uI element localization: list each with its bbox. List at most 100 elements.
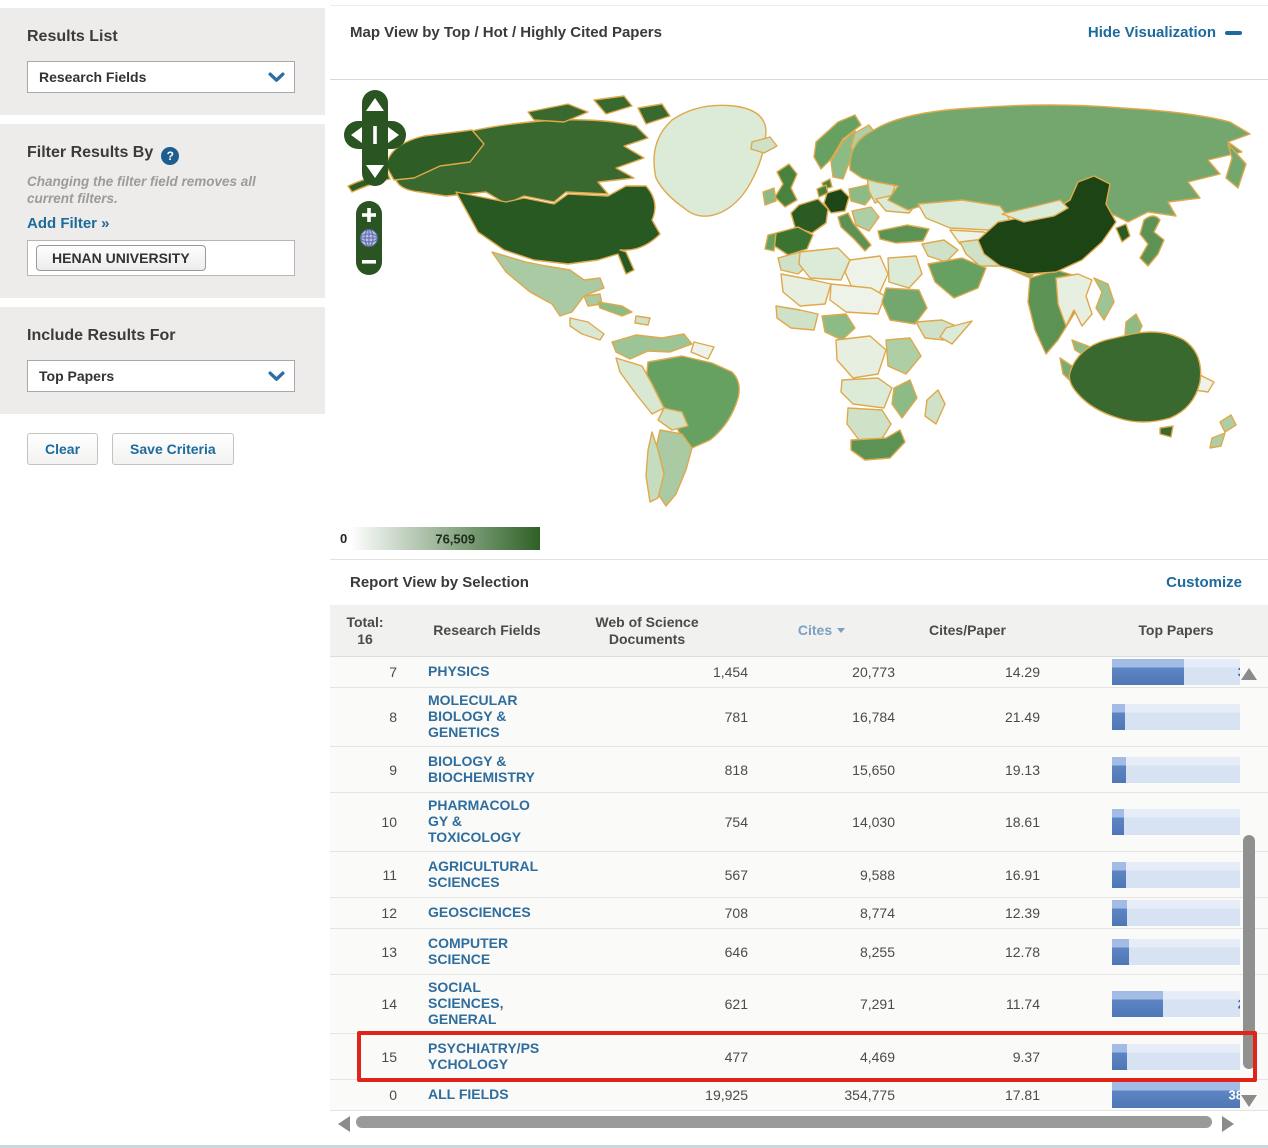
row-rank: 0 [389, 1087, 397, 1103]
horizontal-scrollbar-thumb[interactable] [356, 1116, 1212, 1128]
table-row: 11 AGRICULTURAL SCIENCES 567 9,588 16.91 [330, 852, 1268, 898]
top-papers-bar [1112, 809, 1240, 835]
cites-per-paper-value: 14.29 [1004, 664, 1040, 680]
cites-value: 354,775 [844, 1087, 895, 1103]
legend-gradient: 76,509 [350, 527, 541, 550]
report-view-title: Report View by Selection [350, 574, 529, 591]
cites-per-paper-value: 19.13 [1004, 761, 1040, 778]
cites-header[interactable]: Cites [748, 616, 895, 645]
top-papers-bar [1112, 861, 1240, 888]
add-filter-link[interactable]: Add Filter » [27, 215, 110, 232]
research-field-link[interactable]: SOCIAL SCIENCES, GENERAL [428, 979, 540, 1027]
documents-value: 19,925 [705, 1087, 748, 1103]
cites-value: 15,650 [852, 761, 895, 778]
documents-value: 781 [724, 709, 748, 725]
horizontal-scrollbar[interactable] [330, 1111, 1268, 1135]
documents-value: 818 [724, 761, 748, 778]
include-results-dropdown-value: Top Papers [39, 368, 115, 384]
map-area [330, 80, 1268, 510]
cites-per-paper-header[interactable]: Cites/Paper [895, 616, 1040, 645]
research-field-link[interactable]: ALL FIELDS [428, 1086, 509, 1102]
vertical-scrollbar-thumb[interactable] [1243, 835, 1255, 1069]
clear-button[interactable]: Clear [27, 433, 99, 465]
cites-per-paper-value: 12.39 [1004, 905, 1040, 921]
chevron-down-icon [258, 62, 294, 92]
map-legend: 0 76,509 [330, 510, 1268, 560]
scroll-down-arrow[interactable] [1241, 1095, 1257, 1107]
cites-per-paper-value: 17.81 [1004, 1087, 1040, 1103]
table-header-row: Total: 16 Research Fields Web of Science… [330, 605, 1268, 657]
documents-value: 708 [724, 905, 748, 921]
results-list-section: Results List Research Fields [0, 8, 325, 115]
row-rank: 10 [381, 814, 397, 830]
documents-value: 646 [724, 943, 748, 960]
documents-value: 754 [724, 814, 748, 830]
cites-per-paper-value: 11.74 [1006, 996, 1040, 1012]
cites-per-paper-value: 18.61 [1004, 814, 1040, 830]
research-field-link[interactable]: PHYSICS [428, 663, 489, 679]
include-results-section: Include Results For Top Papers [0, 307, 325, 414]
results-list-dropdown[interactable]: Research Fields [27, 61, 295, 93]
row-rank: 14 [381, 996, 397, 1012]
research-field-link[interactable]: BIOLOGY & BIOCHEMISTRY [428, 753, 540, 785]
cites-value: 8,255 [859, 943, 895, 960]
hide-visualization-label: Hide Visualization [1087, 24, 1216, 41]
scroll-up-arrow[interactable] [1241, 668, 1257, 680]
table-row: 9 BIOLOGY & BIOCHEMISTRY 818 15,650 19.1… [330, 747, 1268, 793]
filter-heading: Filter Results By? [27, 144, 301, 165]
total-label: Total: [346, 613, 384, 630]
cites-header-label: Cites [797, 622, 833, 638]
bar-value-label: 38 [1228, 1087, 1240, 1103]
table-row: 7 PHYSICS 1,454 20,773 14.29 3 [330, 657, 1268, 688]
top-papers-bar: 38 [1112, 1082, 1240, 1108]
filter-heading-text: Filter Results By [27, 144, 154, 161]
top-papers-header[interactable]: Top Papers [1112, 616, 1240, 645]
research-field-link[interactable]: GEOSCIENCES [428, 904, 531, 920]
row-rank: 13 [381, 943, 397, 960]
table-row: 0 ALL FIELDS 19,925 354,775 17.81 38 [330, 1080, 1268, 1111]
row-rank: 11 [382, 866, 397, 883]
table-row: 12 GEOSCIENCES 708 8,774 12.39 [330, 898, 1268, 929]
globe-reset-icon[interactable] [360, 229, 378, 247]
row-rank: 12 [381, 905, 397, 921]
sort-descending-icon [837, 628, 846, 633]
scroll-left-arrow[interactable] [338, 1116, 350, 1132]
documents-value: 621 [724, 996, 748, 1012]
research-field-link[interactable]: MOLECULAR BIOLOGY & GENETICS [428, 692, 540, 740]
world-map[interactable] [330, 80, 1268, 510]
legend-min-label: 0 [340, 531, 348, 546]
row-rank: 7 [389, 664, 397, 680]
research-fields-header: Research Fields [433, 622, 541, 638]
cites-per-paper-value: 16.91 [1004, 866, 1040, 883]
map-view-title: Map View by Top / Hot / Highly Cited Pap… [350, 24, 662, 41]
sidebar-buttons: Clear Save Criteria [27, 433, 325, 465]
map-pan-control [344, 90, 406, 193]
customize-link[interactable]: Customize [1166, 574, 1242, 591]
cites-value: 7,291 [859, 996, 895, 1012]
active-filter-chip[interactable]: HENAN UNIVERSITY [36, 245, 206, 271]
top-papers-bar [1112, 756, 1240, 783]
legend-max-label: 76,509 [435, 531, 476, 546]
research-field-link[interactable]: COMPUTER SCIENCE [428, 935, 540, 967]
table-row: 13 COMPUTER SCIENCE 646 8,255 12.78 [330, 929, 1268, 975]
row-rank: 9 [389, 761, 397, 778]
row-rank: 15 [381, 1048, 397, 1065]
research-field-link[interactable]: PHARMACOLOGY & TOXICOLOGY [428, 797, 540, 845]
research-field-link[interactable]: AGRICULTURAL SCIENCES [428, 858, 540, 890]
help-icon[interactable]: ? [161, 147, 180, 165]
esi-results-page: Results List Research Fields Filter Resu… [0, 0, 1268, 1148]
main-panel: Map View by Top / Hot / Highly Cited Pap… [330, 0, 1268, 1148]
save-criteria-button[interactable]: Save Criteria [112, 433, 234, 465]
report-table: Total: 16 Research Fields Web of Science… [330, 605, 1268, 1135]
hide-visualization-link[interactable]: Hide Visualization [1088, 24, 1242, 41]
documents-header[interactable]: Web of Science Documents [546, 614, 748, 648]
cites-per-paper-value: 12.78 [1004, 943, 1040, 960]
zoom-out-button[interactable] [362, 260, 376, 264]
vertical-scrollbar[interactable] [1240, 660, 1258, 1109]
research-field-link[interactable]: PSYCHIATRY/PSYCHOLOGY [428, 1040, 540, 1072]
total-header: Total: 16 [330, 608, 400, 654]
table-row: 14 SOCIAL SCIENCES, GENERAL 621 7,291 11… [330, 975, 1268, 1034]
documents-value: 1,454 [712, 664, 748, 680]
scroll-right-arrow[interactable] [1222, 1116, 1234, 1132]
include-results-dropdown[interactable]: Top Papers [27, 360, 295, 392]
